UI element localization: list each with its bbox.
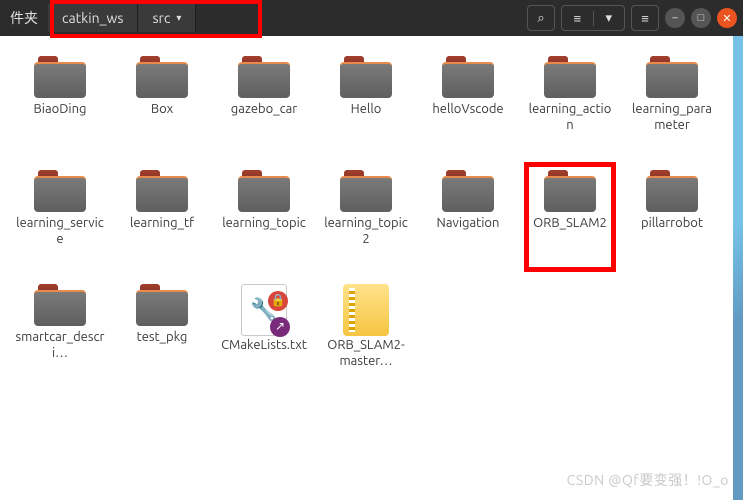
file-label: pillarrobot [641,216,703,232]
breadcrumb-label: catkin_ws [62,10,123,26]
file-item[interactable]: learning_action [520,54,620,164]
chevron-down-icon: ▾ [176,12,181,24]
view-mode-button[interactable]: ≡ ▾ [561,5,625,31]
file-label: BiaoDing [34,102,87,118]
file-label: learning_parameter [627,102,717,133]
breadcrumb-src[interactable]: src ▾ [138,4,196,32]
menu-icon: ≡ [641,11,649,26]
file-item[interactable]: BiaoDing [10,54,110,164]
text-file-icon: 🔧🔒↗ [241,284,287,336]
file-item[interactable]: learning_tf [112,168,212,278]
file-item[interactable]: Navigation [418,168,518,278]
folder-icon [136,56,188,98]
file-label: learning_topic [222,216,306,232]
file-label: helloVscode [432,102,503,118]
folder-icon [34,56,86,98]
titlebar-controls: ⌕ ≡ ▾ ≡ – □ ✕ [527,5,737,31]
file-label: Navigation [437,216,500,232]
file-item[interactable]: learning_parameter [622,54,722,164]
folder-icon [34,170,86,212]
file-item[interactable]: Hello [316,54,416,164]
file-item[interactable]: 🔧🔒↗CMakeLists.txt [214,282,314,392]
folder-icon [136,170,188,212]
breadcrumb-label: src [152,10,170,26]
file-item[interactable]: smartcar_descri… [10,282,110,392]
folder-icon [442,170,494,212]
search-button[interactable]: ⌕ [527,5,555,31]
folder-icon [238,170,290,212]
file-label: learning_service [15,216,105,247]
file-label: gazebo_car [231,102,297,118]
file-label: ORB_SLAM2 [533,216,607,232]
chevron-down-icon: ▾ [605,11,612,26]
lock-badge-icon: 🔒 [268,291,288,311]
file-item[interactable]: learning_topic [214,168,314,278]
folder-icon [136,284,188,326]
file-item[interactable]: learning_topic2 [316,168,416,278]
folder-icon [646,56,698,98]
window-title-fragment: 件夹 [0,8,48,28]
folder-icon [238,56,290,98]
file-label: test_pkg [137,330,188,346]
search-icon: ⌕ [537,11,544,26]
breadcrumb: 件夹 catkin_ws src ▾ [0,0,196,36]
file-label: Box [151,102,173,118]
close-icon: ✕ [722,12,731,25]
file-item[interactable]: gazebo_car [214,54,314,164]
minimize-icon: – [672,12,677,24]
folder-icon [442,56,494,98]
file-item[interactable]: learning_service [10,168,110,278]
watermark: CSDN @Qf要变强！!O_o [567,470,729,490]
titlebar: 件夹 catkin_ws src ▾ ⌕ ≡ ▾ ≡ – □ ✕ [0,0,743,36]
file-label: learning_tf [130,216,194,232]
file-label: learning_topic2 [321,216,411,247]
folder-icon [544,170,596,212]
archive-icon [343,284,389,336]
file-label: CMakeLists.txt [221,338,307,354]
hamburger-menu-button[interactable]: ≡ [631,5,659,31]
file-item[interactable]: ORB_SLAM2 [520,168,620,278]
file-label: learning_action [525,102,615,133]
background-decoration [733,36,743,500]
file-grid: BiaoDing Box gazebo_car Hello helloVscode lea… [0,36,743,392]
file-label: Hello [351,102,382,118]
file-label: ORB_SLAM2-master… [321,338,411,369]
folder-icon [646,170,698,212]
folder-icon [340,170,392,212]
symlink-badge-icon: ↗ [270,317,290,337]
list-icon: ≡ [573,11,581,26]
breadcrumb-catkin-ws[interactable]: catkin_ws [48,4,138,32]
file-label: smartcar_descri… [15,330,105,361]
maximize-button[interactable]: □ [691,8,711,28]
file-item[interactable]: Box [112,54,212,164]
folder-icon [544,56,596,98]
file-item[interactable]: ORB_SLAM2-master… [316,282,416,392]
close-button[interactable]: ✕ [717,8,737,28]
folder-icon [34,284,86,326]
maximize-icon: □ [698,12,705,24]
minimize-button[interactable]: – [665,8,685,28]
folder-icon [340,56,392,98]
file-item[interactable]: test_pkg [112,282,212,392]
file-item[interactable]: pillarrobot [622,168,722,278]
file-item[interactable]: helloVscode [418,54,518,164]
